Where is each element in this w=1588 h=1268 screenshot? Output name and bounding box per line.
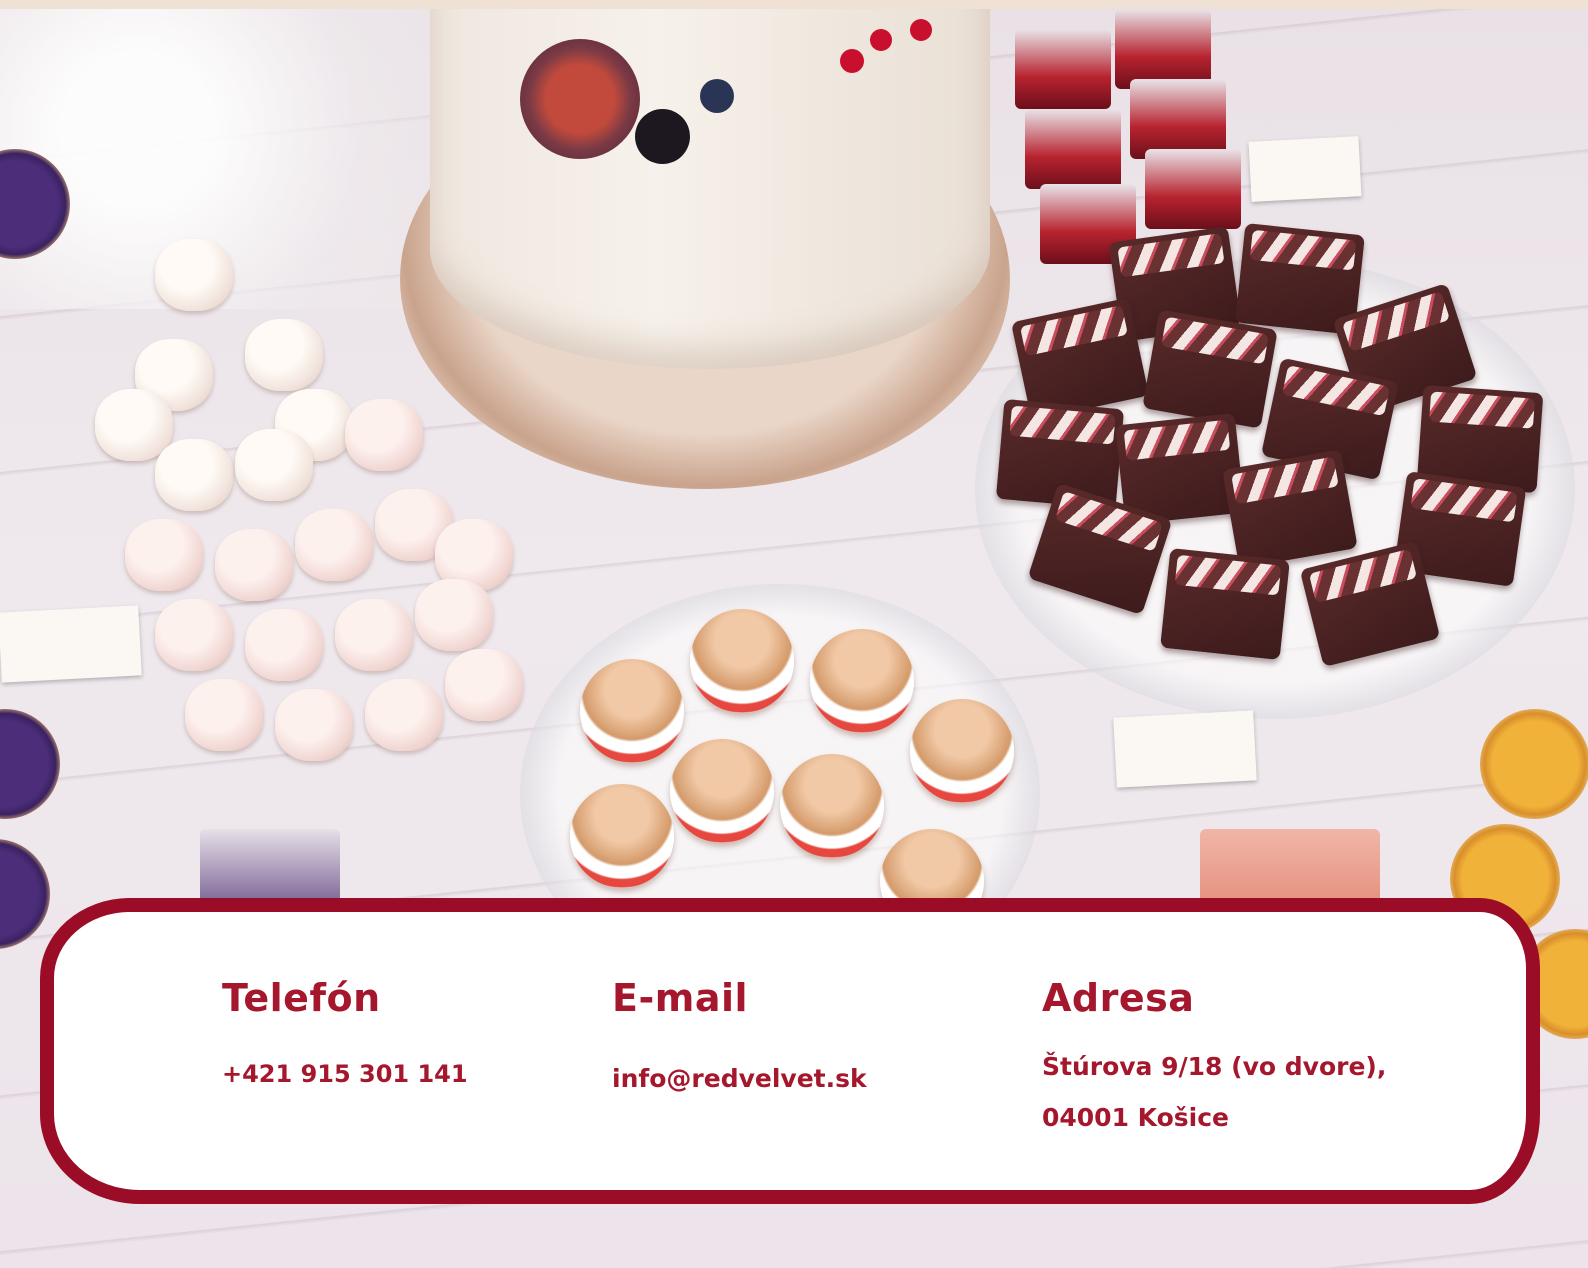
phone-heading: Telefón [222, 976, 381, 1020]
macaron [365, 679, 443, 751]
label-card [1248, 136, 1362, 202]
macaron [345, 399, 423, 471]
label-card-macarons [0, 605, 142, 683]
top-strip [0, 0, 1588, 9]
cream-puff [670, 739, 774, 843]
cream-puff [910, 699, 1014, 803]
blackberry [635, 109, 690, 164]
email-column: E-mail info@redvelvet.sk [612, 976, 867, 1093]
macaron [155, 439, 233, 511]
macaron [155, 599, 233, 671]
macaron [245, 319, 323, 391]
macaron [295, 509, 373, 581]
cream-puff [810, 629, 914, 733]
macaron [125, 519, 203, 591]
berry-cup [1145, 149, 1241, 229]
macaron [235, 429, 313, 501]
berry-cup [1130, 79, 1226, 159]
macaron-tower [95, 239, 535, 779]
address-line-1: Štúrova 9/18 (vo dvore), [1042, 1052, 1387, 1081]
berry-cup [1115, 9, 1211, 89]
address-line-2: 04001 Košice [1042, 1103, 1230, 1132]
fig [520, 39, 640, 159]
phone-column: Telefón +421 915 301 141 [222, 976, 468, 1088]
macaron [335, 599, 413, 671]
address-column: Adresa Štúrova 9/18 (vo dvore), 04001 Ko… [1042, 976, 1386, 1132]
macaron [245, 609, 323, 681]
cream-puff [580, 659, 684, 763]
macaron [445, 649, 523, 721]
macaron [155, 239, 233, 311]
phone-number[interactable]: +421 915 301 141 [222, 1060, 468, 1088]
cream-puff [780, 754, 884, 858]
brownie [1160, 548, 1290, 660]
brownie [1142, 309, 1278, 429]
currant [870, 29, 892, 51]
coconut-tart [1480, 709, 1588, 819]
brownie [1222, 449, 1358, 569]
macaron [275, 689, 353, 761]
cream-puff [690, 609, 794, 713]
berry-cup [1015, 29, 1111, 109]
email-heading: E-mail [612, 976, 749, 1020]
macaron [95, 389, 173, 461]
macaron [415, 579, 493, 651]
cream-puff [570, 784, 674, 888]
macaron [215, 529, 293, 601]
currant [910, 19, 932, 41]
macaron [185, 679, 263, 751]
berry-cup [1025, 109, 1121, 189]
email-address[interactable]: info@redvelvet.sk [612, 1064, 867, 1093]
blueberry [700, 79, 734, 113]
address-heading: Adresa [1042, 976, 1195, 1020]
currant [840, 49, 864, 73]
label-card-brownies [1113, 710, 1257, 788]
contact-card: Telefón +421 915 301 141 E-mail info@red… [40, 898, 1540, 1204]
